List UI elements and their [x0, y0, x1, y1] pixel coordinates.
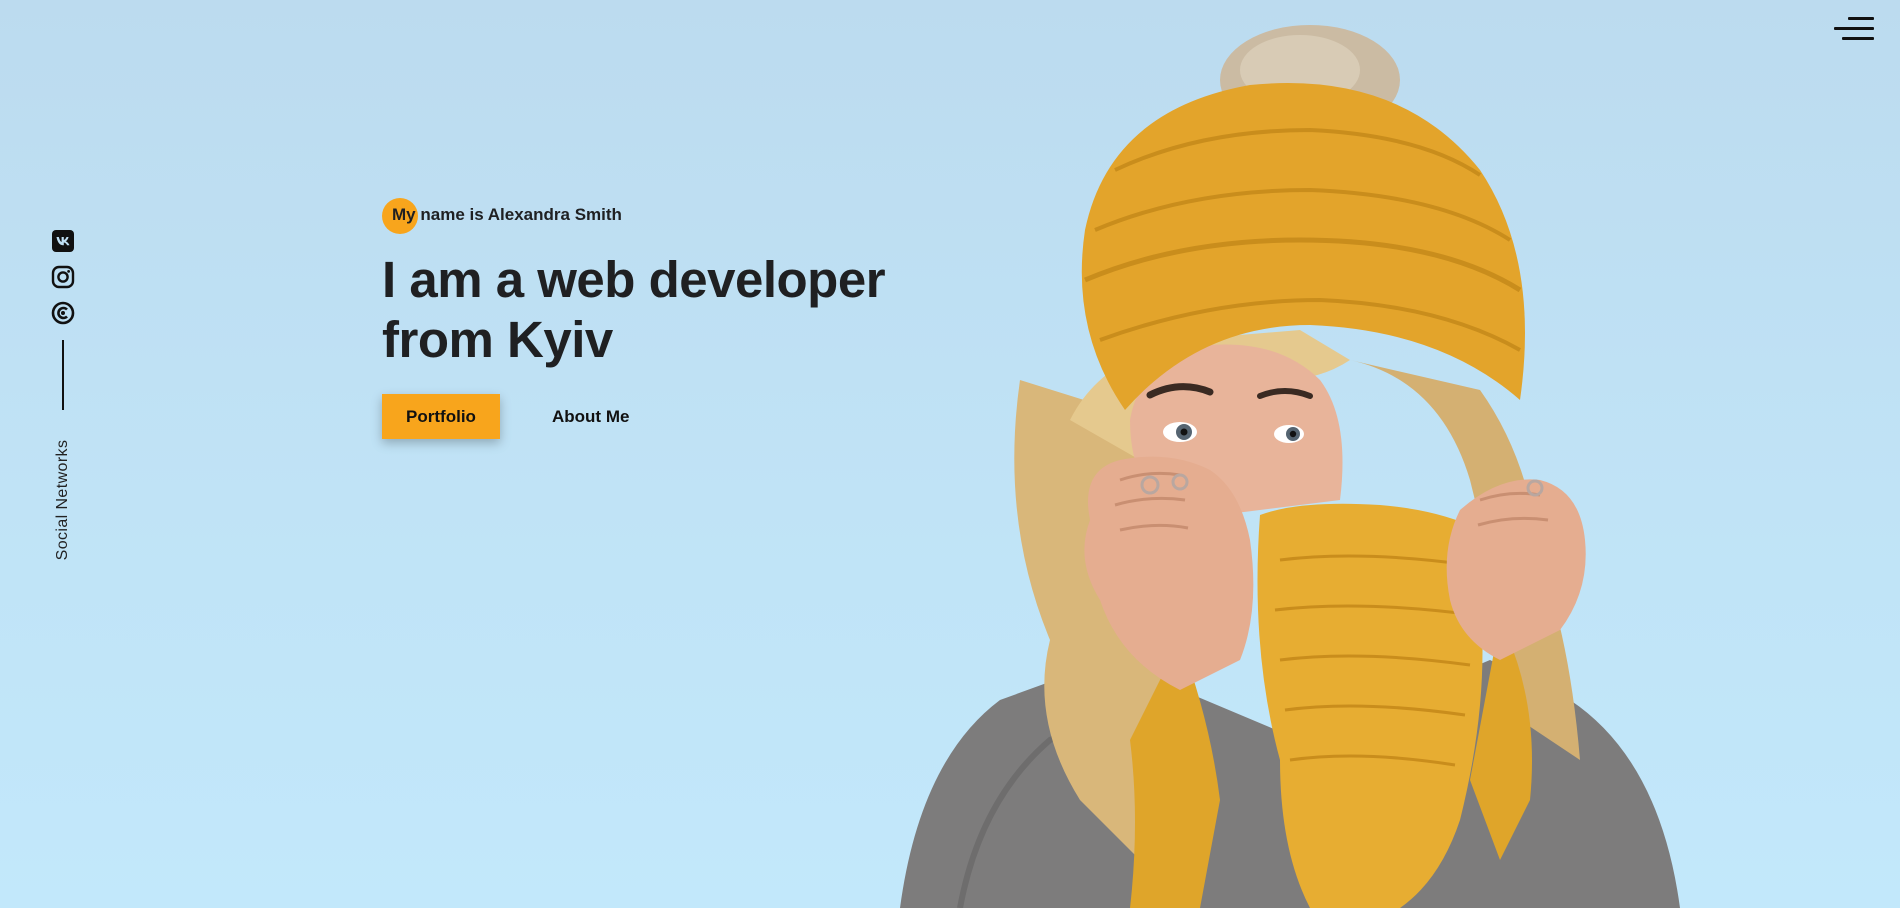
menu-line	[1842, 37, 1874, 40]
hero-section: My name is Alexandra Smith I am a web de…	[382, 198, 886, 439]
hero-photo	[900, 25, 1680, 908]
hamburger-menu-icon[interactable]	[1834, 17, 1874, 43]
about-me-link[interactable]: About Me	[552, 407, 629, 427]
intro-line: My name is Alexandra Smith	[382, 198, 885, 234]
instagram-icon[interactable]	[50, 264, 76, 290]
social-divider-line	[62, 340, 64, 410]
social-networks-label: Social Networks	[54, 439, 71, 561]
page-title: I am a web developer from Kyiv	[382, 250, 886, 370]
intro-name: name is Alexandra Smith	[420, 205, 622, 224]
portfolio-button[interactable]: Portfolio	[382, 394, 500, 439]
intro-highlight: My	[392, 205, 416, 224]
menu-line	[1848, 17, 1874, 20]
intro-text: My name is Alexandra Smith	[382, 205, 622, 225]
vk-icon[interactable]	[50, 228, 76, 254]
hero-actions: Portfolio About Me	[382, 394, 885, 439]
headline-line-1: I am a web developer	[382, 251, 886, 308]
headline-line-2: from Kyiv	[382, 311, 613, 368]
codepen-icon[interactable]	[50, 300, 76, 326]
social-networks-bar	[50, 228, 76, 410]
menu-line	[1834, 27, 1874, 30]
